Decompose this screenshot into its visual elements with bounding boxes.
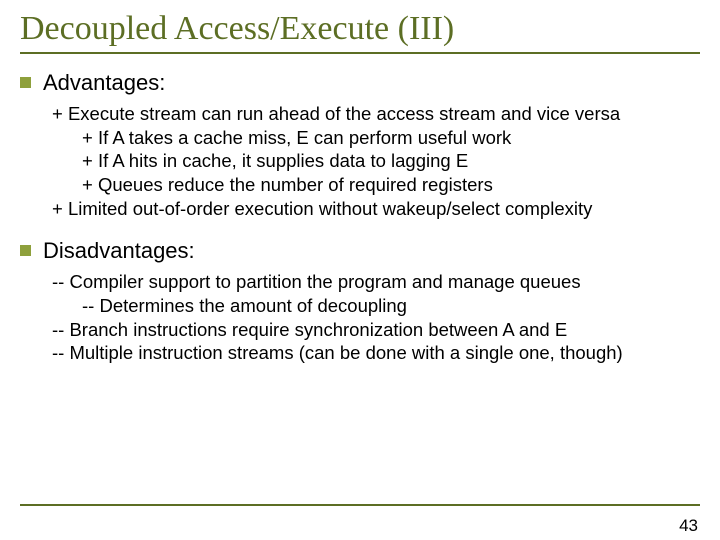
advantages-body: + Execute stream can run ahead of the ac… [52, 102, 696, 220]
page-number: 43 [679, 516, 698, 536]
disadvantages-label: Disadvantages: [43, 238, 195, 264]
advantages-heading: Advantages: [20, 70, 700, 96]
adv-subline: + Queues reduce the number of required r… [52, 173, 696, 197]
dis-line: -- Compiler support to partition the pro… [52, 270, 696, 294]
footer-underline [20, 504, 700, 506]
title-underline [20, 52, 700, 54]
dis-line: -- Multiple instruction streams (can be … [52, 341, 696, 365]
square-bullet-icon [20, 77, 31, 88]
square-bullet-icon [20, 245, 31, 256]
adv-subline: + If A hits in cache, it supplies data t… [52, 149, 696, 173]
advantages-label: Advantages: [43, 70, 165, 96]
adv-line: + Execute stream can run ahead of the ac… [52, 102, 696, 126]
slide: Decoupled Access/Execute (III) Advantage… [0, 0, 720, 540]
disadvantages-body: -- Compiler support to partition the pro… [52, 270, 696, 365]
dis-subline: -- Determines the amount of decoupling [52, 294, 696, 318]
spacer [20, 220, 700, 238]
dis-line: -- Branch instructions require synchroni… [52, 318, 696, 342]
adv-subline: + If A takes a cache miss, E can perform… [52, 126, 696, 150]
slide-title: Decoupled Access/Execute (III) [20, 10, 700, 48]
disadvantages-heading: Disadvantages: [20, 238, 700, 264]
adv-line: + Limited out-of-order execution without… [52, 197, 696, 221]
